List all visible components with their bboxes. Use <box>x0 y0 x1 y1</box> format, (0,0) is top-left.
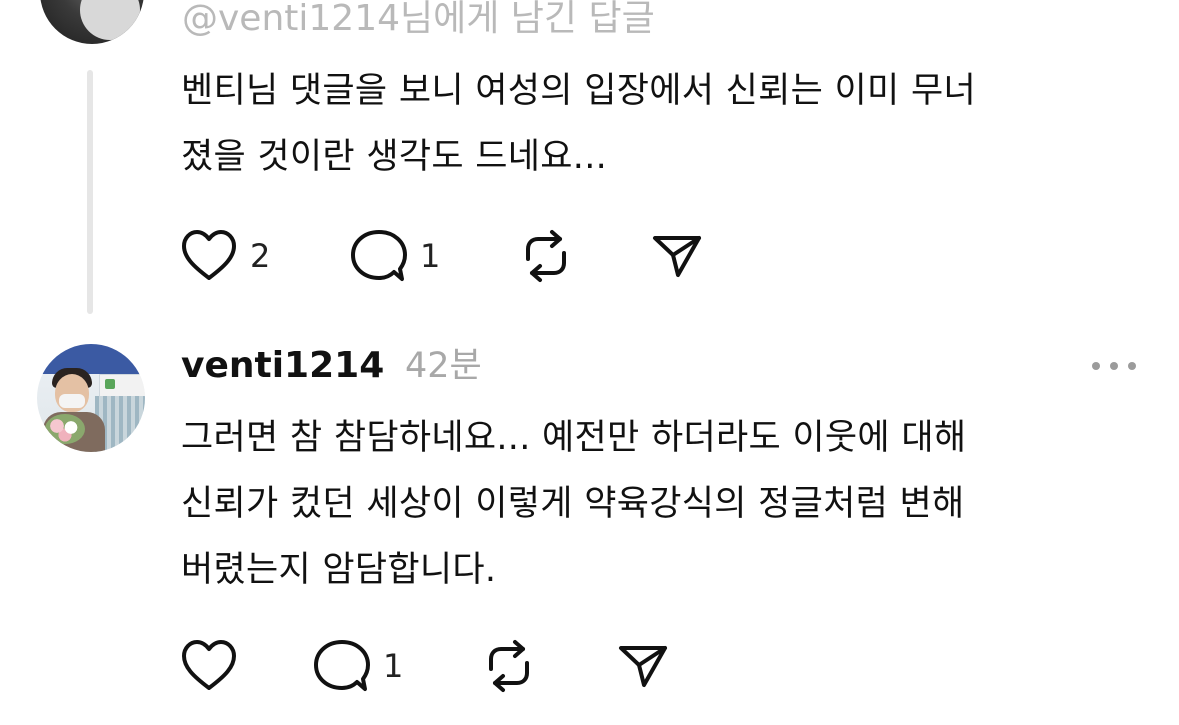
comment-bubble-icon <box>351 230 407 281</box>
reply-text: 그러면 참 참담하네요... 예전만 하더라도 이웃에 대해 신뢰가 컸던 세상… <box>181 418 967 590</box>
repost-icon <box>526 230 566 282</box>
send-icon <box>653 236 701 277</box>
send-icon <box>619 646 667 687</box>
thread-connector-line <box>87 70 93 314</box>
comment-bubble-icon <box>314 640 370 691</box>
reply-to-label[interactable]: @venti1214님에게 남긴 답글 <box>182 0 655 46</box>
post-time: 42분 <box>405 346 482 386</box>
heart-icon <box>182 230 236 280</box>
share-button[interactable] <box>618 636 668 696</box>
more-options-button[interactable] <box>1092 360 1136 372</box>
like-button[interactable] <box>180 636 250 696</box>
more-dot-icon <box>1128 362 1136 370</box>
comment-button[interactable]: 1 <box>350 226 440 286</box>
repost-button[interactable] <box>481 636 537 696</box>
more-dot-icon <box>1110 362 1118 370</box>
comment-count: 1 <box>383 647 404 685</box>
avatar-flower-bouquet <box>45 414 85 444</box>
avatar-person-mask <box>59 394 85 408</box>
repost-button[interactable] <box>518 226 574 286</box>
repost-icon <box>489 640 529 692</box>
share-button[interactable] <box>652 226 702 286</box>
more-dot-icon <box>1092 362 1100 370</box>
post-text: 벤티님 댓글을 보니 여성의 입장에서 신뢰는 이미 무너 졌을 것이란 생각도… <box>181 71 976 177</box>
comment-count: 1 <box>420 237 441 275</box>
username[interactable]: venti1214 <box>181 340 384 392</box>
like-count: 2 <box>250 237 271 275</box>
like-button[interactable]: 2 <box>180 226 270 286</box>
avatar-venti1214[interactable] <box>37 344 145 452</box>
avatar-previous-post[interactable] <box>40 0 144 44</box>
heart-icon <box>182 640 236 690</box>
comment-button[interactable]: 1 <box>313 636 403 696</box>
avatar-sign-logo <box>105 379 115 389</box>
avatar-photo-detail <box>80 0 140 40</box>
